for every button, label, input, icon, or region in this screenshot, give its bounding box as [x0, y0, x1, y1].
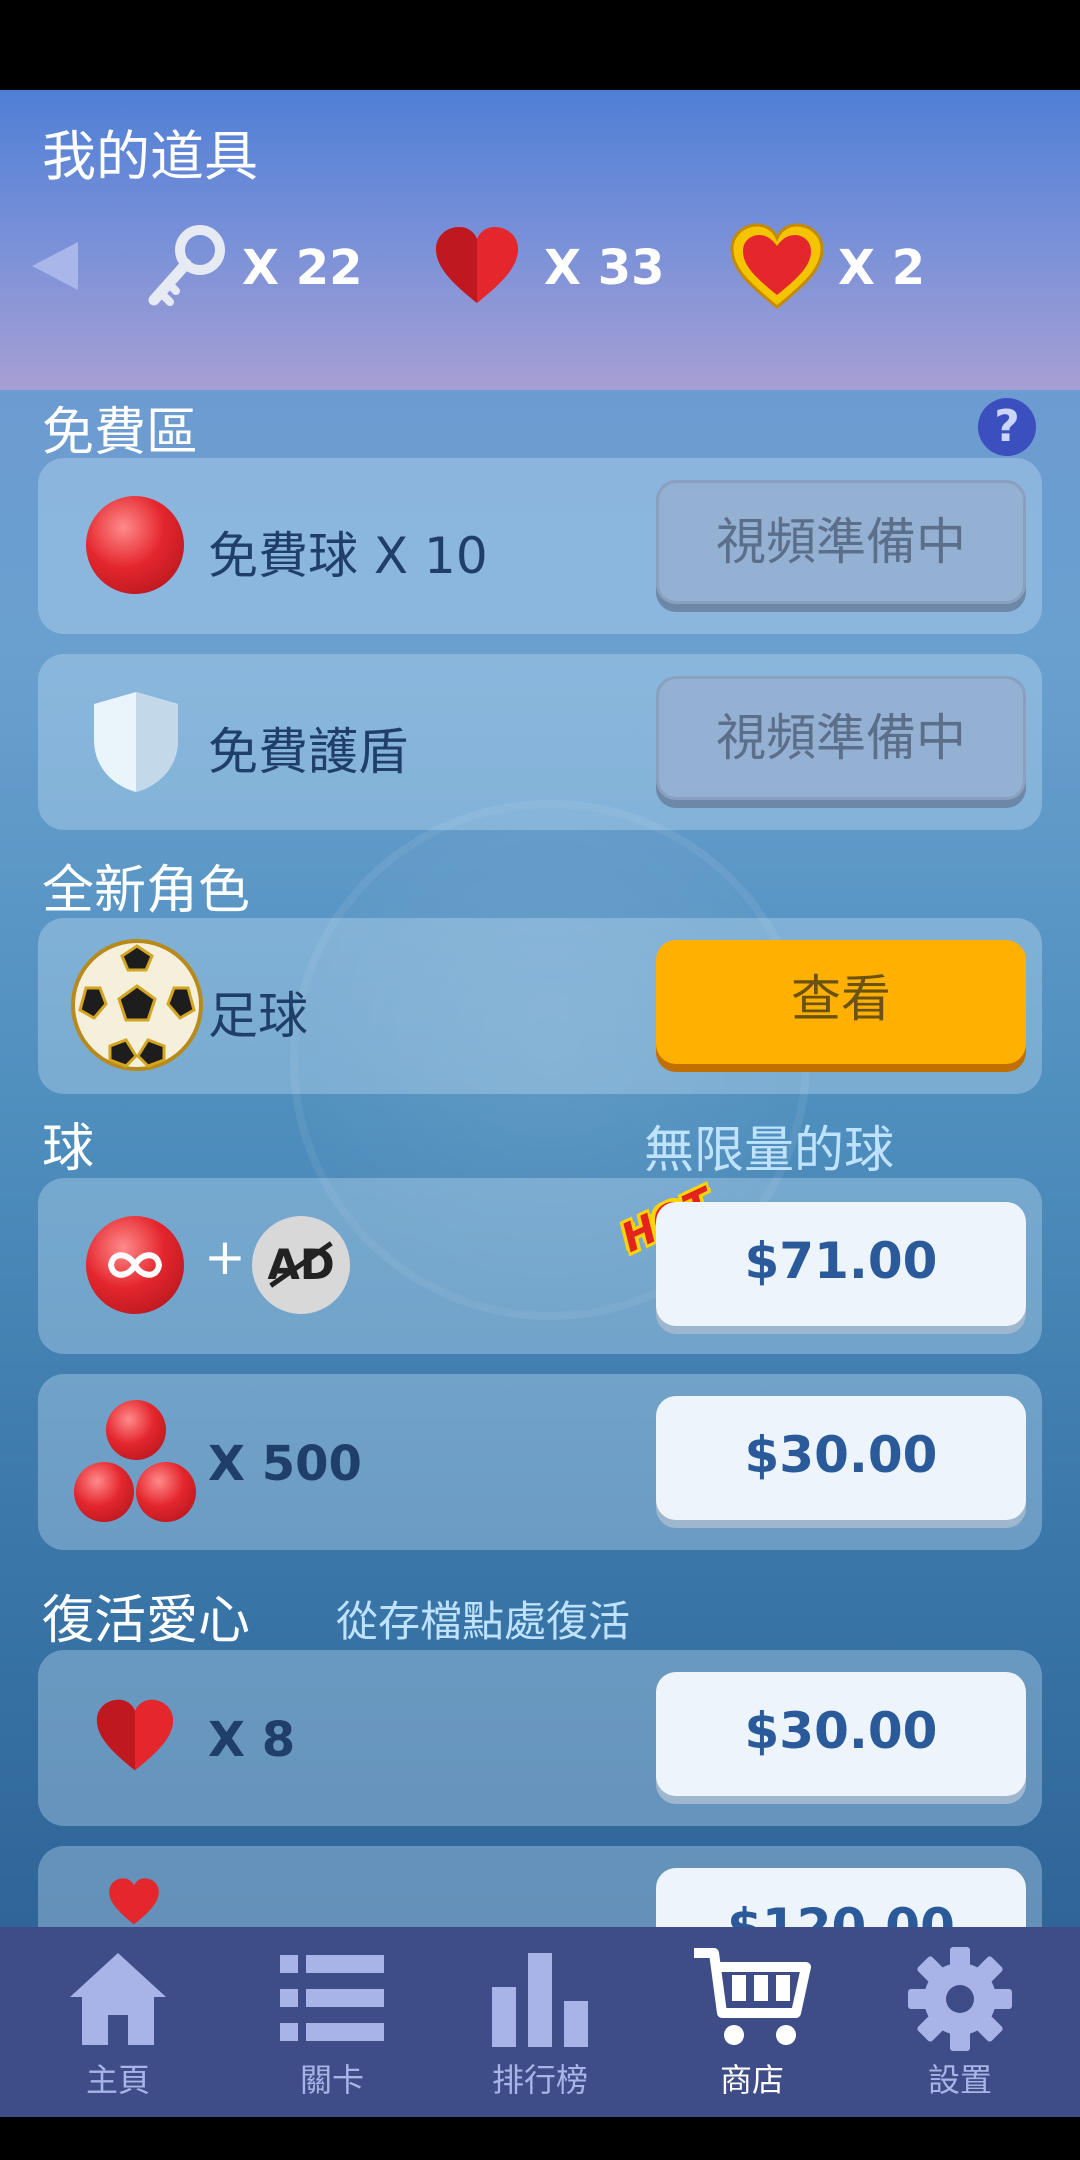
section-subtitle-ball: 無限量的球	[644, 1121, 894, 1179]
gear-icon	[908, 1947, 1012, 2051]
tab-shop[interactable]: 商店	[652, 1927, 852, 2117]
buy-8-hearts-button[interactable]: $30.00	[656, 1672, 1026, 1796]
list-icon	[280, 1955, 384, 2041]
gold-heart-counter: X 2	[730, 218, 925, 318]
shop-screen: 我的道具 X 22 X 33 X 2 免費區 ? 免費球 X 10 視頻準備中 …	[0, 90, 1080, 1927]
heart-icon	[109, 1878, 159, 1925]
tab-settings[interactable]: 設置	[860, 1927, 1060, 2117]
balls-500-label: X 500	[208, 1436, 362, 1492]
card-500-balls: X 500 $30.00	[38, 1374, 1042, 1550]
help-icon[interactable]: ?	[978, 398, 1036, 456]
shield-icon	[94, 692, 178, 792]
tab-settings-label: 設置	[927, 2061, 992, 2099]
no-ads-icon: AD	[252, 1216, 350, 1314]
soccer-ball-icon	[71, 939, 203, 1071]
soccer-label: 足球	[208, 987, 308, 1045]
tab-leaderboard-label: 排行榜	[491, 2061, 588, 2099]
heart-counter: X 33	[432, 218, 665, 318]
card-free-shield: 免費護盾 視頻準備中	[38, 654, 1042, 830]
free-ball-video-button[interactable]: 視頻準備中	[656, 480, 1026, 604]
card-infinite-balls: + AD HOT $71.00	[38, 1178, 1042, 1354]
card-free-ball: 免費球 X 10 視頻準備中	[38, 458, 1042, 634]
tab-levels-label: 關卡	[299, 2061, 364, 2099]
plus-sign: +	[204, 1228, 246, 1286]
tab-home-label: 主頁	[85, 2061, 150, 2099]
hearts-8-label: X 8	[208, 1712, 296, 1768]
inventory-header: 我的道具 X 22 X 33 X 2	[0, 90, 1080, 390]
bar-chart-icon	[492, 1953, 588, 2047]
free-shield-label: 免費護盾	[208, 723, 408, 781]
section-title-free: 免費區	[42, 403, 199, 463]
card-8-hearts: X 8 $30.00	[38, 1650, 1042, 1826]
back-arrow-icon[interactable]	[32, 242, 78, 290]
home-icon	[70, 1953, 166, 2045]
red-ball-icon	[86, 496, 184, 594]
buy-more-hearts-button[interactable]: $120.00	[656, 1868, 1026, 1927]
free-ball-label: 免費球 X 10	[208, 527, 488, 585]
section-title-revive: 復活愛心	[42, 1591, 251, 1651]
card-more-hearts: $120.00	[38, 1846, 1042, 1927]
view-soccer-button[interactable]: 查看	[656, 940, 1026, 1064]
section-subtitle-revive: 從存檔點處復活	[336, 1597, 631, 1646]
infinite-ball-icon	[86, 1216, 184, 1314]
status-bar	[0, 0, 1080, 90]
tab-shop-label: 商店	[719, 2061, 784, 2099]
section-title-ball: 球	[42, 1119, 95, 1179]
system-nav-bar	[0, 2117, 1080, 2160]
page-title: 我的道具	[42, 125, 258, 188]
gold-heart-icon	[730, 223, 824, 309]
section-title-new-role: 全新角色	[42, 861, 251, 921]
tab-leaderboard[interactable]: 排行榜	[440, 1927, 640, 2117]
cart-icon	[694, 1948, 811, 2045]
ball-cluster-icon	[106, 1400, 166, 1460]
card-soccer: 足球 查看	[38, 918, 1042, 1094]
key-icon	[148, 225, 225, 306]
key-count: X 22	[242, 240, 363, 296]
ball-cluster-icon	[74, 1462, 134, 1522]
tab-home[interactable]: 主頁	[18, 1927, 218, 2117]
tab-levels[interactable]: 關卡	[232, 1927, 432, 2117]
buy-500-balls-button[interactable]: $30.00	[656, 1396, 1026, 1520]
ball-cluster-icon	[136, 1462, 196, 1522]
bottom-tab-bar: 主頁 關卡 排行榜 商店 設置	[0, 1927, 1080, 2117]
free-shield-video-button[interactable]: 視頻準備中	[656, 676, 1026, 800]
heart-count: X 33	[544, 240, 665, 296]
heart-icon	[96, 1699, 174, 1771]
heart-icon	[436, 227, 518, 303]
buy-infinite-button[interactable]: $71.00	[656, 1202, 1026, 1326]
gold-heart-count: X 2	[838, 240, 926, 296]
key-counter: X 22	[138, 218, 363, 318]
shop-list[interactable]: 免費區 ? 免費球 X 10 視頻準備中 免費護盾 視頻準備中 全新角色 足球 …	[0, 390, 1080, 1927]
infinity-icon	[107, 1252, 163, 1278]
